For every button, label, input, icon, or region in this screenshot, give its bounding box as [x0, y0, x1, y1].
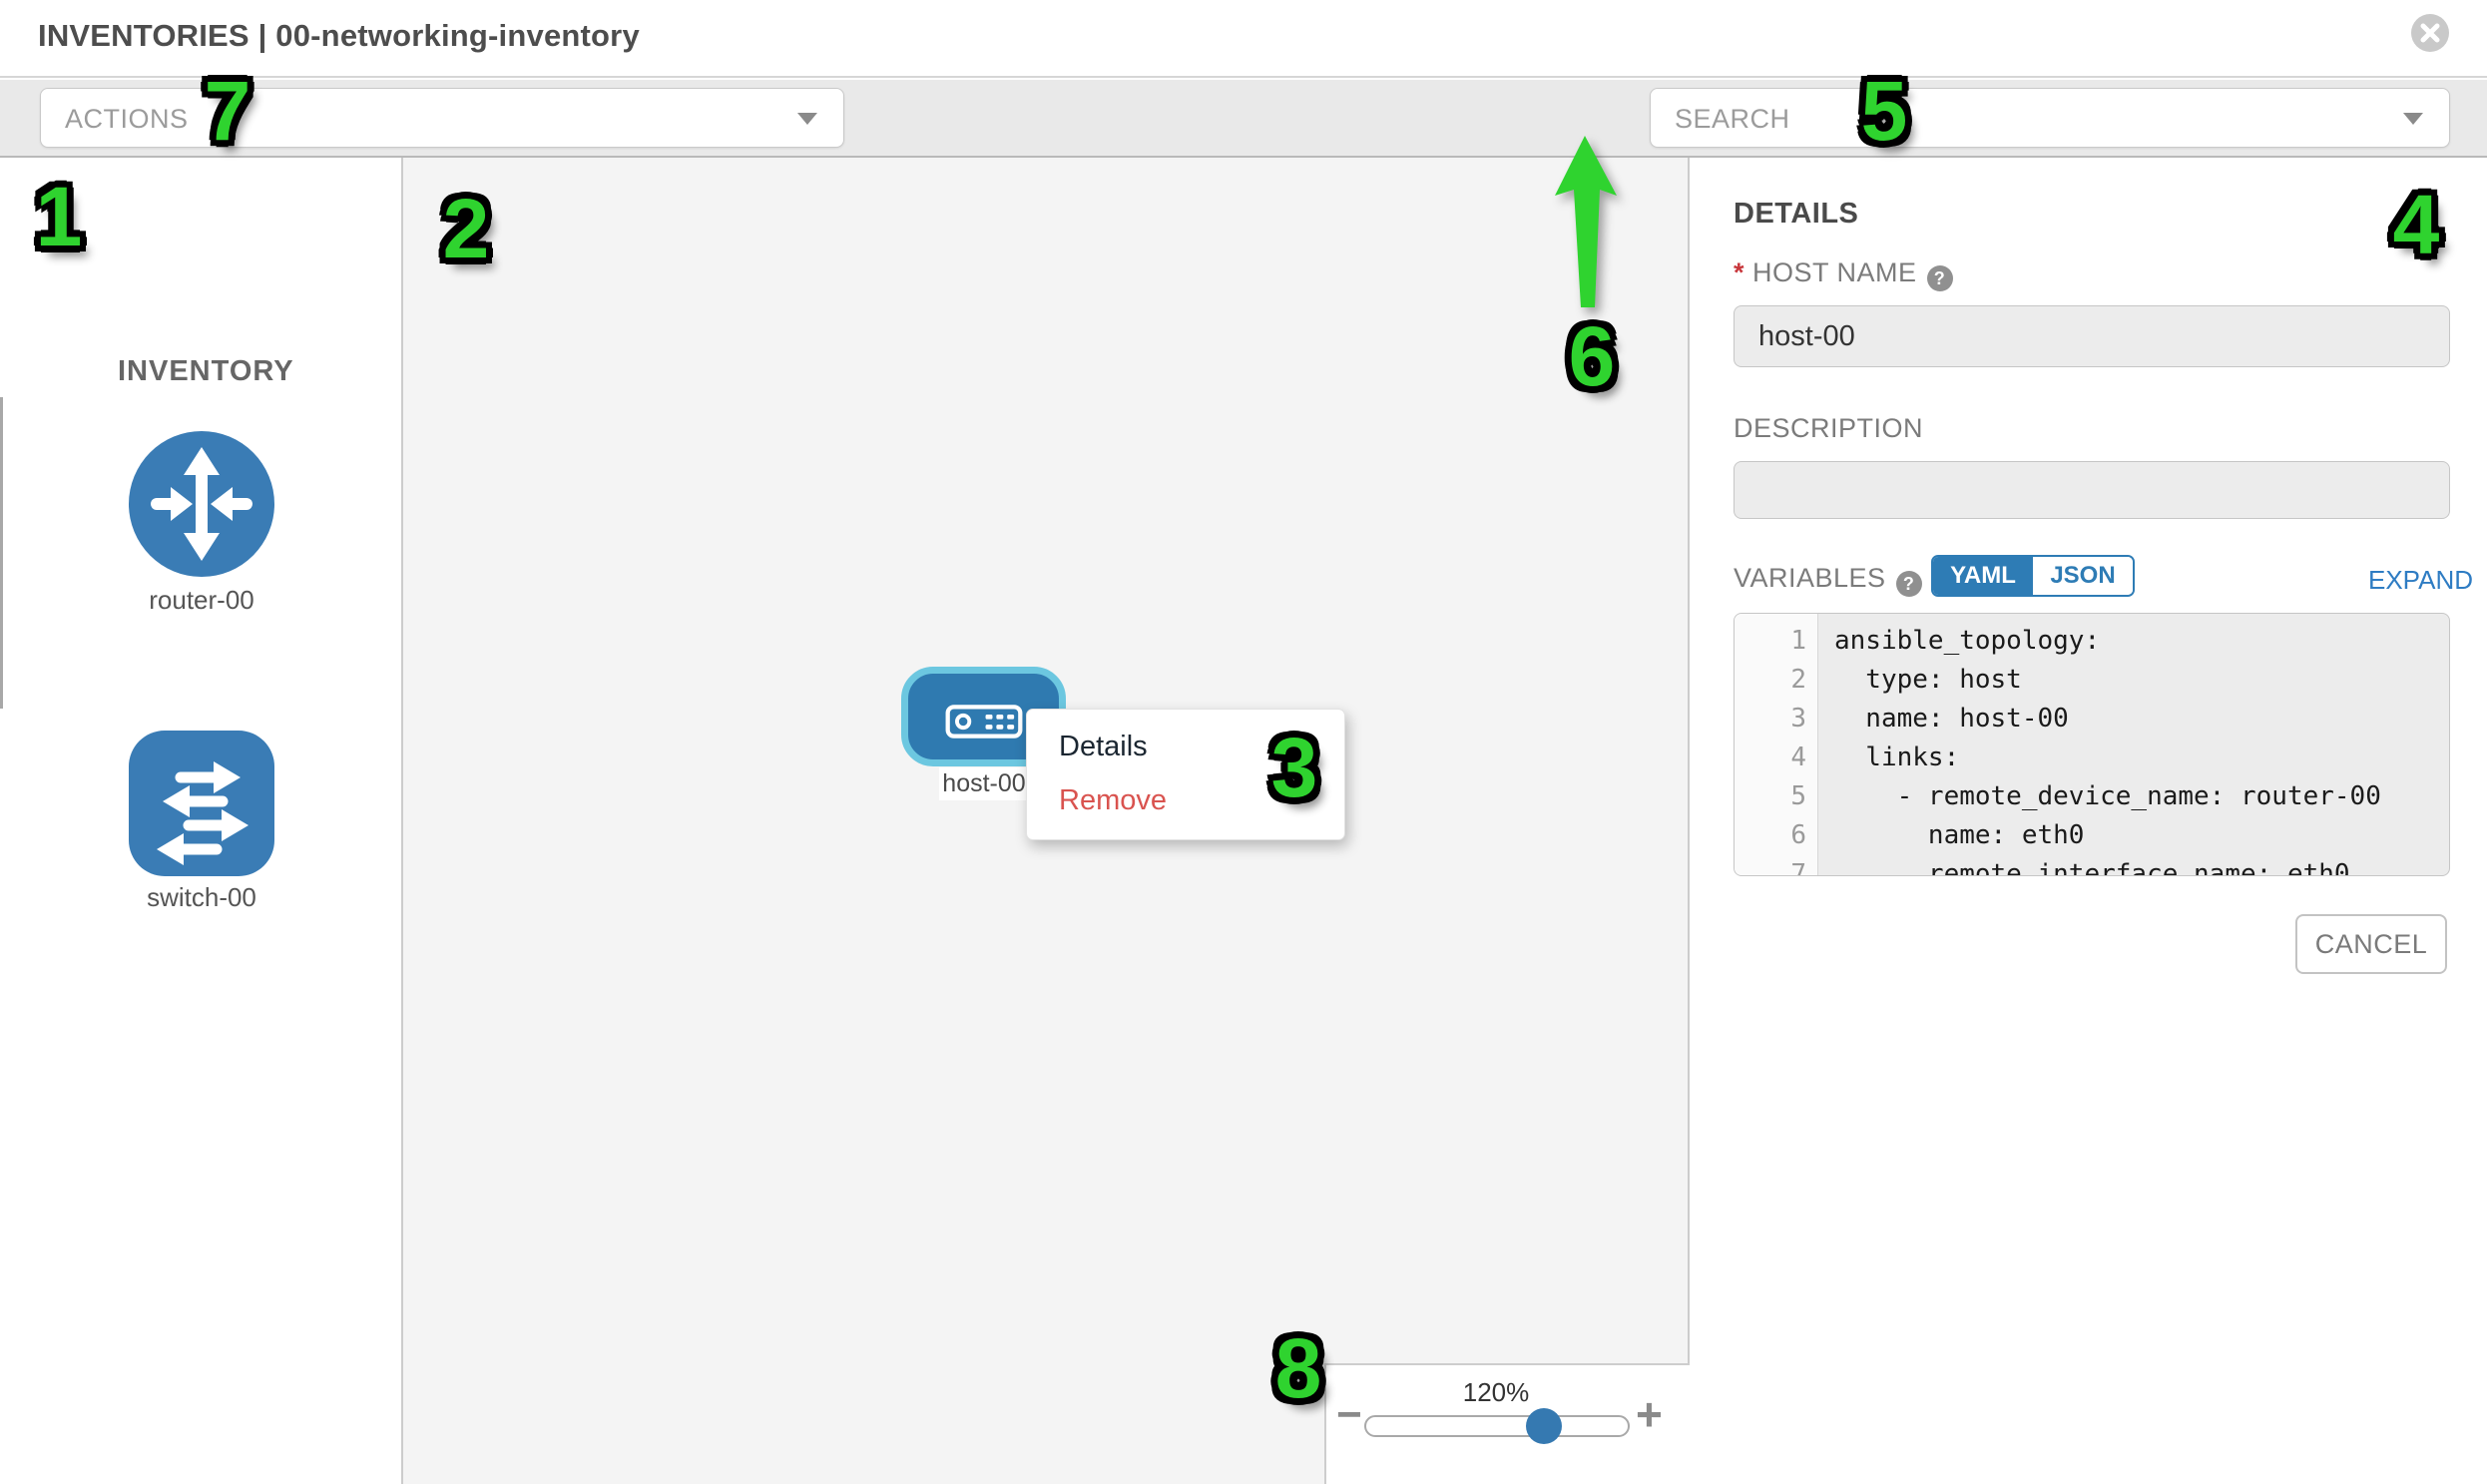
zoom-slider-handle[interactable]	[1526, 1408, 1562, 1444]
zoom-slider-track[interactable]	[1364, 1415, 1630, 1437]
zoom-control: 120% − +	[1324, 1363, 1690, 1484]
code-line: 7 remote_interface_name: eth0	[1735, 855, 2449, 876]
line-number: 1	[1735, 622, 1818, 661]
details-title: DETAILS	[1734, 198, 1858, 231]
editor-code-area: 1ansible_topology: 2 type: host 3 name: …	[1735, 614, 2449, 876]
line-number: 7	[1735, 855, 1818, 876]
sidebar-title: INVENTORY	[118, 355, 294, 388]
line-text: name: eth0	[1818, 816, 2084, 855]
header: INVENTORIES | 00-networking-inventory	[0, 0, 2487, 78]
palette-label-router: router-00	[0, 585, 403, 616]
palette-label-switch: switch-00	[0, 882, 403, 913]
code-line: 4 links:	[1735, 739, 2449, 777]
variables-format-toggle: YAML JSON	[1931, 555, 2135, 597]
switch-icon	[127, 729, 276, 878]
help-icon[interactable]: ?	[1927, 265, 1953, 291]
annotation-5: 5	[1844, 64, 1924, 159]
expand-link[interactable]: EXPAND	[2368, 565, 2473, 596]
actions-dropdown-label: ACTIONS	[65, 104, 189, 135]
cancel-button[interactable]: CANCEL	[2295, 914, 2447, 974]
help-icon[interactable]: ?	[1896, 571, 1922, 597]
code-line: 5 - remote_device_name: router-00	[1735, 777, 2449, 816]
inventory-topology-screen: INVENTORIES | 00-networking-inventory AC…	[0, 0, 2487, 1484]
toolbar: ACTIONS SEARCH	[0, 80, 2487, 158]
details-panel: DETAILS * HOST NAME? DESCRIPTION VARIABLE…	[1692, 158, 2487, 1484]
host-name-input[interactable]	[1734, 305, 2450, 367]
annotation-6: 6	[1552, 309, 1632, 404]
annotation-3: 3	[1254, 721, 1334, 815]
router-icon	[127, 429, 276, 579]
code-line: 6 name: eth0	[1735, 816, 2449, 855]
host-icon	[944, 705, 1024, 739]
line-number: 3	[1735, 700, 1818, 739]
close-x-glyph	[2420, 23, 2440, 43]
palette-item-router[interactable]	[0, 429, 403, 584]
search-dropdown[interactable]: SEARCH	[1650, 88, 2450, 148]
code-line: 2 type: host	[1735, 661, 2449, 700]
line-number: 5	[1735, 777, 1818, 816]
inventory-sidebar: INVENTORY router-00	[0, 158, 403, 1484]
line-number: 2	[1735, 661, 1818, 700]
line-text: links:	[1818, 739, 1959, 777]
host-name-label: HOST NAME	[1752, 257, 1917, 287]
zoom-percentage: 120%	[1326, 1377, 1666, 1408]
palette-item-switch[interactable]	[0, 729, 403, 883]
code-line: 1ansible_topology:	[1735, 622, 2449, 661]
annotation-1: 1	[19, 170, 99, 264]
variables-code-editor[interactable]: 1ansible_topology: 2 type: host 3 name: …	[1734, 613, 2450, 876]
variables-label-row: VARIABLES?	[1734, 563, 1922, 597]
toggle-yaml[interactable]: YAML	[1933, 557, 2033, 595]
toggle-json[interactable]: JSON	[2033, 557, 2133, 595]
annotation-7: 7	[188, 64, 267, 159]
line-number: 6	[1735, 816, 1818, 855]
required-marker: *	[1734, 257, 1744, 287]
caret-down-icon	[797, 113, 817, 125]
line-text: name: host-00	[1818, 700, 2069, 739]
line-text: ansible_topology:	[1818, 622, 2100, 661]
annotation-4: 4	[2376, 178, 2456, 272]
description-label: DESCRIPTION	[1734, 413, 1923, 444]
line-number: 4	[1735, 739, 1818, 777]
zoom-out-button[interactable]: −	[1336, 1393, 1362, 1437]
description-input[interactable]	[1734, 461, 2450, 519]
annotation-arrow-up-icon	[1547, 132, 1627, 311]
variables-label: VARIABLES	[1734, 563, 1886, 593]
line-text: - remote_device_name: router-00	[1818, 777, 2381, 816]
search-dropdown-label: SEARCH	[1675, 104, 1790, 135]
caret-down-icon	[2403, 113, 2423, 125]
host-node-label: host-00	[939, 767, 1029, 800]
code-line: 3 name: host-00	[1735, 700, 2449, 739]
actions-dropdown[interactable]: ACTIONS	[40, 88, 844, 148]
close-icon[interactable]	[2411, 14, 2449, 52]
line-text: remote_interface_name: eth0	[1818, 855, 2350, 876]
annotation-8: 8	[1258, 1321, 1338, 1416]
line-text: type: host	[1818, 661, 2022, 700]
annotation-2: 2	[426, 182, 506, 276]
page-title: INVENTORIES | 00-networking-inventory	[38, 18, 640, 54]
host-name-label-row: * HOST NAME?	[1734, 257, 1953, 291]
zoom-in-button[interactable]: +	[1636, 1391, 1663, 1437]
